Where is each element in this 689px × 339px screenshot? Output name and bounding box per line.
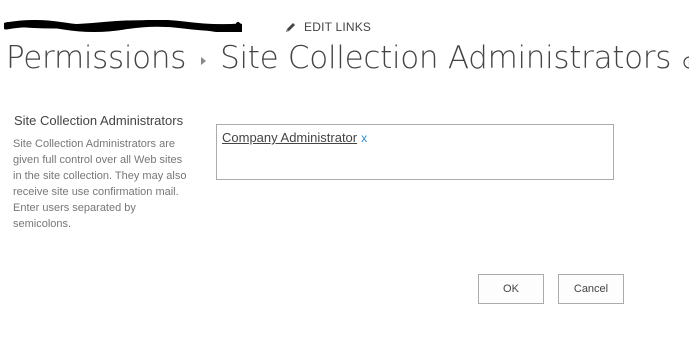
edit-links-label: EDIT LINKS [304,20,372,34]
pencil-icon [286,22,295,32]
section-heading: Site Collection Administrators [14,113,184,128]
remove-person-button[interactable]: x [361,131,367,145]
people-picker-entry: Company Administrator x [222,130,367,145]
section-description: Site Collection Administrators are given… [13,138,187,230]
person-name-link[interactable]: Company Administrator [222,130,357,145]
page: EDIT LINKS Permissions Site Collection A… [0,0,689,339]
breadcrumb-current: Site Collection Administrators [220,40,672,76]
redacted-nav-links [4,20,242,32]
edit-links-button[interactable]: EDIT LINKS [284,20,371,34]
breadcrumb-arrow-icon [201,57,207,65]
page-title: Permissions Site Collection Administrato… [6,40,689,76]
ok-button[interactable]: OK [478,274,544,304]
cancel-button[interactable]: Cancel [558,274,624,304]
people-picker-input[interactable]: Company Administrator x [216,124,614,180]
info-icon[interactable] [683,55,689,69]
breadcrumb-parent[interactable]: Permissions [6,40,186,76]
